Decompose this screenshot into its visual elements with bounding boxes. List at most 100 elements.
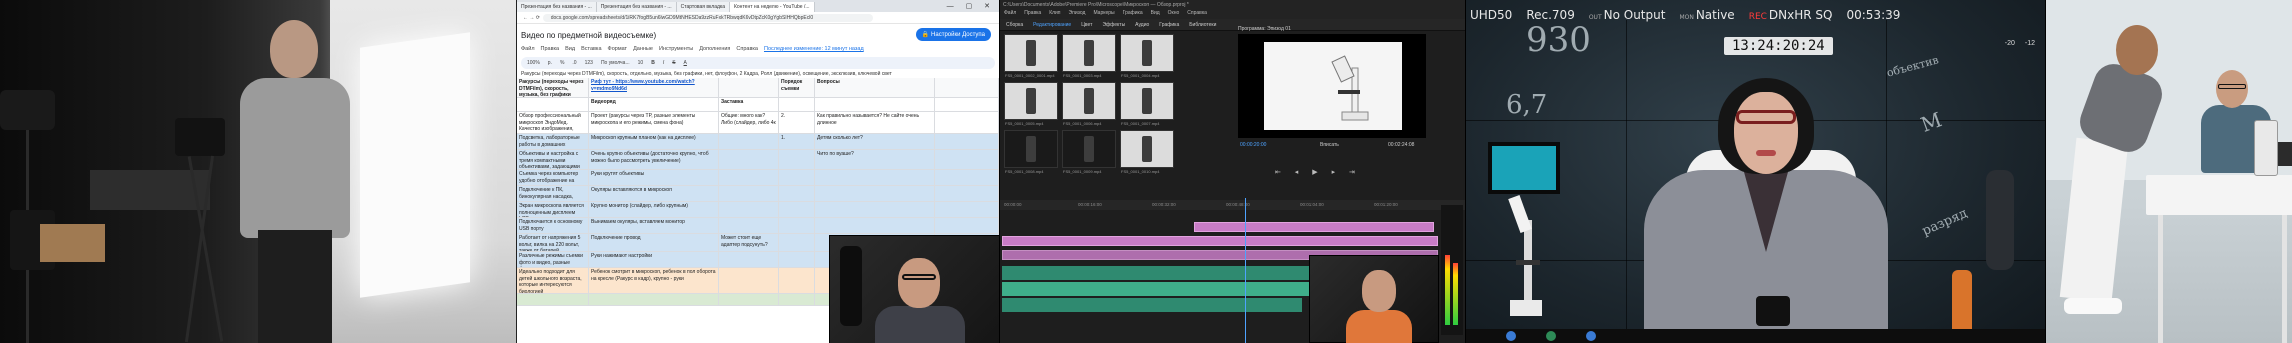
last-edit-link[interactable]: Последнее изменение: 12 минут назад [764, 46, 864, 55]
table-cell[interactable]: Руки нажимают настройки [589, 252, 719, 267]
table-cell[interactable]: Подсветка, лабораторные работы в домашни… [517, 134, 589, 149]
table-cell[interactable]: 2. [779, 112, 815, 133]
table-cell[interactable]: Различные режимы съемки фото и видео, ра… [517, 252, 589, 267]
table-cell[interactable]: Обзор профессиональный микроскоп ЭндоМед… [517, 112, 589, 133]
table-cell[interactable] [719, 218, 779, 233]
menu-item[interactable]: Графика [1123, 10, 1143, 19]
video-clip[interactable] [1194, 222, 1434, 232]
menu-item[interactable]: Справка [1187, 10, 1207, 19]
clip-thumbnail[interactable]: FS5_0001_0004.mp4 [1120, 34, 1174, 78]
address-bar[interactable]: ← → ⟳ docs.google.com/spreadsheets/d/1iR… [517, 12, 999, 24]
subheader-cell[interactable] [517, 98, 589, 111]
header-cell[interactable]: Риф тут - https://www.youtube.com/watch?… [589, 78, 719, 97]
table-cell[interactable]: Ребенок смотрит в микроскоп, ребенок в п… [589, 268, 719, 293]
menu-item[interactable]: Маркеры [1093, 10, 1114, 19]
table-cell[interactable] [815, 218, 935, 233]
timeline-ruler[interactable]: 00:00:00 00:00:16:00 00:00:32:00 00:00:4… [1000, 200, 1465, 210]
audio-clip[interactable] [1002, 298, 1302, 312]
table-cell[interactable]: Объективы и настройка с тремя компактным… [517, 150, 589, 169]
subheader-cell[interactable]: Видеоряд [589, 98, 719, 111]
table-cell[interactable]: 1. [779, 134, 815, 149]
table-cell[interactable] [719, 252, 779, 267]
table-cell[interactable]: Микроскоп крупным планом (как на дисплее… [589, 134, 719, 149]
table-cell[interactable] [815, 170, 935, 185]
font-select[interactable]: По умолча... [601, 60, 630, 66]
menu-item[interactable]: Окно [1168, 10, 1180, 19]
browser-tab[interactable]: Презентация без названия - ... [517, 2, 597, 12]
table-cell[interactable]: Съемка через компьютер удобно отображени… [517, 170, 589, 185]
table-cell[interactable]: Детям сколько лет? [815, 134, 935, 149]
table-cell[interactable] [719, 294, 779, 305]
italic-button[interactable]: I [663, 60, 664, 66]
header-cell[interactable]: Вопросы [815, 78, 935, 97]
url-field[interactable]: docs.google.com/spreadsheets/d/1iRK7fogB… [542, 13, 873, 22]
percent-button[interactable]: % [560, 60, 564, 66]
table-cell[interactable] [517, 294, 589, 305]
bold-button[interactable]: B [651, 60, 655, 66]
browser-tab[interactable]: Контент на неделю - YouTube /... [729, 2, 815, 12]
doc-title[interactable]: Видео по предметной видеосъемке) [521, 31, 656, 40]
browser-tab[interactable]: Стартовая вкладка [676, 2, 730, 12]
table-cell[interactable] [719, 134, 779, 149]
menu-item[interactable]: Данные [633, 46, 653, 55]
workspace-tab[interactable]: Библиотеки [1189, 22, 1216, 28]
table-cell[interactable] [935, 150, 999, 169]
subheader-cell[interactable] [779, 98, 815, 111]
table-cell[interactable]: Руки крутят объективы [589, 170, 719, 185]
menu-item[interactable]: Эпизод [1069, 10, 1086, 19]
workspace-tab[interactable]: Аудио [1135, 22, 1149, 28]
program-monitor[interactable] [1238, 34, 1426, 138]
table-cell[interactable]: Подключение провод [589, 234, 719, 251]
header-cell[interactable] [935, 78, 999, 97]
text-color-button[interactable]: A [684, 60, 687, 66]
table-cell[interactable]: Очень крупно объективы (достаточно крупн… [589, 150, 719, 169]
table-cell[interactable] [935, 218, 999, 233]
strike-button[interactable]: S [672, 60, 675, 66]
subheader-cell[interactable] [815, 98, 935, 111]
table-cell[interactable] [779, 202, 815, 217]
menu-item[interactable]: Правка [541, 46, 560, 55]
table-cell[interactable] [935, 170, 999, 185]
table-cell[interactable] [815, 202, 935, 217]
table-cell[interactable]: Работает от напряжения 5 вольт, вилка на… [517, 234, 589, 251]
table-cell[interactable] [719, 170, 779, 185]
table-cell[interactable]: Крупно монитор (слайдер, либо крупным) [589, 202, 719, 217]
table-cell[interactable]: Как правильно называется? Не сайте очень… [815, 112, 935, 133]
table-cell[interactable] [719, 268, 779, 293]
window-controls[interactable]: — ▢ ✕ [947, 2, 999, 10]
table-cell[interactable]: Окуляры вставляются в микроскоп [589, 186, 719, 201]
table-cell[interactable] [719, 186, 779, 201]
workspace-tab[interactable]: Эффекты [1102, 22, 1125, 28]
zoom-select[interactable]: 100% [527, 60, 540, 66]
table-cell[interactable]: Может стоит еще адаптер подсунуть? [719, 234, 779, 251]
table-cell[interactable] [719, 150, 779, 169]
workspace-tab[interactable]: Сборка [1006, 22, 1023, 28]
table-cell[interactable] [779, 150, 815, 169]
format-button[interactable]: 123 [585, 60, 593, 66]
table-cell[interactable] [935, 186, 999, 201]
table-cell[interactable] [779, 170, 815, 185]
workspace-tab[interactable]: Редактирование [1033, 22, 1071, 28]
table-cell[interactable]: Экран микроскопа является полноценным ди… [517, 202, 589, 217]
table-cell[interactable] [779, 186, 815, 201]
table-cell[interactable] [779, 252, 815, 267]
table-cell[interactable] [719, 202, 779, 217]
table-cell[interactable] [935, 112, 999, 133]
menu-item[interactable]: Формат [608, 46, 628, 55]
clip-thumbnail[interactable]: FS5_0001_0006.mp4 [1062, 82, 1116, 126]
fit-select[interactable]: Вписать [1320, 142, 1339, 148]
table-cell[interactable] [935, 202, 999, 217]
playhead[interactable] [1245, 198, 1246, 343]
clip-thumbnail[interactable]: FS5_0001_0002_0001.mp4 [1004, 34, 1058, 78]
menu-item[interactable]: Файл [1004, 10, 1016, 19]
menu-item[interactable]: Вид [1151, 10, 1160, 19]
font-size-select[interactable]: 10 [638, 60, 644, 66]
workspace-tab[interactable]: Графика [1159, 22, 1179, 28]
header-cell[interactable]: Порядок съемки [779, 78, 815, 97]
table-cell[interactable]: Чито по вуаше? [815, 150, 935, 169]
menu-item[interactable]: Дополнения [699, 46, 730, 55]
table-cell[interactable]: Вынимаем окуляры, вставляем монитор [589, 218, 719, 233]
table-cell[interactable] [779, 268, 815, 293]
table-cell[interactable]: Общие: много как? Либо (слайдер, либо 4к [719, 112, 779, 133]
clip-thumbnail[interactable]: FS5_0001_0010.mp4 [1120, 130, 1174, 174]
